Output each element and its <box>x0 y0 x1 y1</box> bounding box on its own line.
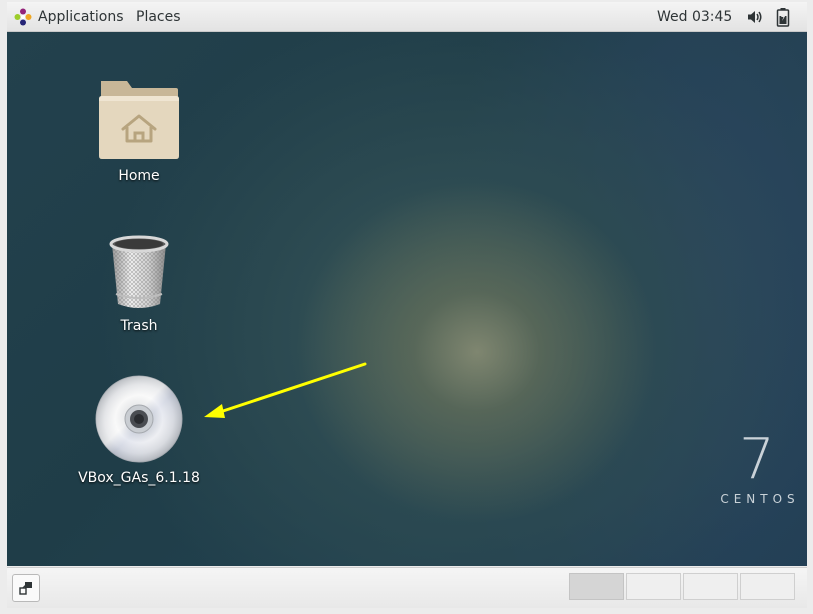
screen: Applications Places Wed 03:45 Home Trash… <box>0 0 813 614</box>
applications-icon <box>14 8 32 25</box>
places-menu[interactable]: Places <box>136 2 181 31</box>
workspace-3[interactable] <box>683 573 738 600</box>
trash-icon <box>109 235 169 308</box>
applications-menu[interactable]: Applications <box>13 2 124 31</box>
annotation-arrow <box>204 362 367 418</box>
top-bar: Applications Places Wed 03:45 <box>7 2 807 32</box>
home-desktop-icon[interactable]: Home <box>74 77 204 184</box>
trash-label: Trash <box>120 318 158 334</box>
workspace-4[interactable] <box>740 573 795 600</box>
workspace-1[interactable] <box>569 573 624 600</box>
show-desktop-icon <box>19 582 32 595</box>
trash-desktop-icon[interactable]: Trash <box>74 232 204 334</box>
home-label: Home <box>118 168 160 184</box>
bottom-bar <box>7 567 807 608</box>
centos-version: 7 <box>739 427 775 492</box>
battery-icon[interactable] <box>776 7 790 27</box>
home-folder-icon <box>99 81 179 159</box>
volume-icon[interactable] <box>746 8 764 26</box>
centos-branding: 7 CENTOS <box>712 427 802 507</box>
places-label: Places <box>136 8 181 25</box>
workspace-2[interactable] <box>626 573 681 600</box>
vbox-disc-desktop-icon[interactable]: VBox_GAs_6.1.18 <box>74 374 204 486</box>
clock[interactable]: Wed 03:45 <box>657 2 732 31</box>
show-desktop-button[interactable] <box>12 574 40 602</box>
optical-disc-icon <box>95 375 183 463</box>
vbox-disc-label: VBox_GAs_6.1.18 <box>78 470 200 486</box>
centos-name: CENTOS <box>720 492 800 506</box>
desktop: Home Trash VBox_GAs_6.1.18 7 CENTOS <box>7 32 807 566</box>
applications-label: Applications <box>38 8 124 25</box>
